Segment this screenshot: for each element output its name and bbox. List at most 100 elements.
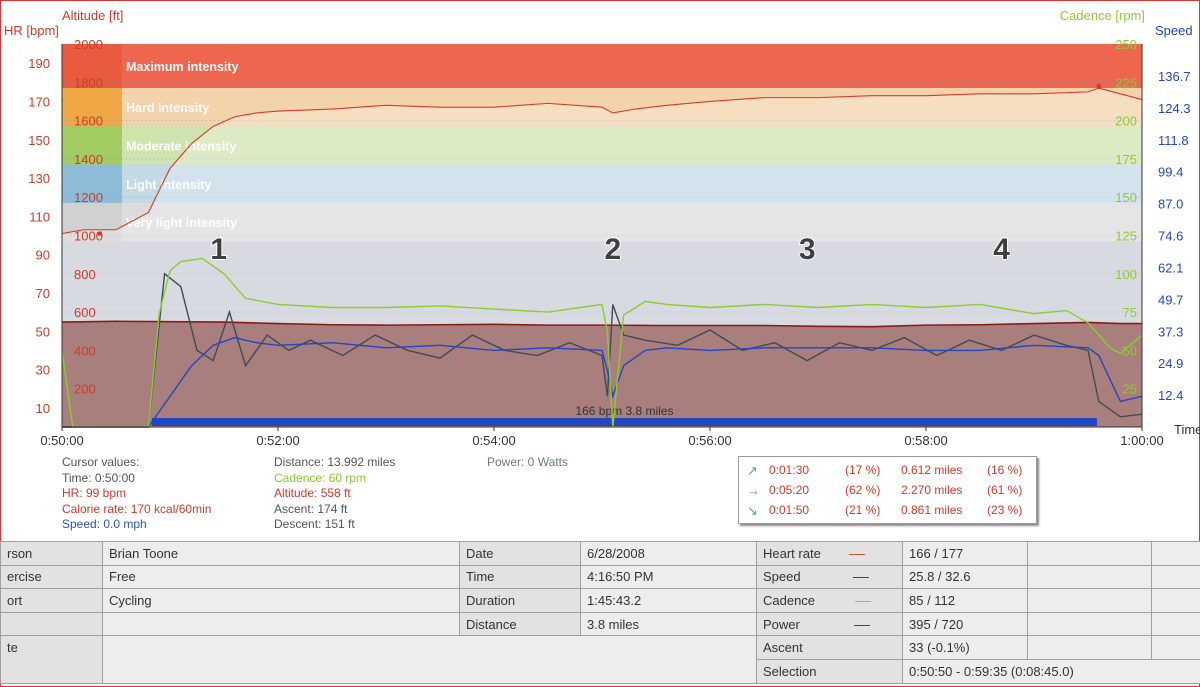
person-label: rson	[0, 541, 103, 566]
hr-tick-label: 130	[28, 171, 50, 186]
speed-tick-label: 74.6	[1158, 229, 1183, 244]
arrow-down-right-icon: ↘	[747, 503, 758, 518]
altitude-tick-label: 1000	[74, 229, 103, 244]
speed-tick-label: 24.9	[1158, 356, 1183, 371]
slope-row-flat: → 0:05:20 (62 %) 2.270 miles (61 %)	[739, 483, 1036, 501]
cadence-tick-label: 75	[1123, 305, 1137, 320]
altitude-tick-label: 1200	[74, 190, 103, 205]
speed-tick-label: 49.7	[1158, 292, 1183, 307]
cursor-values-panel-2: Distance: 13.992 miles Cadence: 60 rpm A…	[274, 455, 395, 533]
selection-value: 0:50:50 - 0:59:35 (0:08:45.0)	[902, 658, 1200, 684]
cadence-tick-label: 250	[1115, 37, 1137, 52]
slope-row-up: ↗ 0:01:30 (17 %) 0.612 miles (16 %)	[739, 463, 1036, 481]
lap-number-label: 4	[993, 233, 1010, 266]
hr-tick-label: 150	[28, 133, 50, 148]
cadence-tick-label: 200	[1115, 114, 1137, 129]
x-tick-label: 0:54:00	[472, 433, 515, 448]
hr-tick-label: 30	[36, 363, 50, 378]
cursor-ascent: Ascent: 174 ft	[274, 501, 348, 516]
cadence-label-text: Cadence	[763, 592, 816, 608]
sport-label: ort	[0, 588, 103, 613]
heart-rate-value: 166 / 177	[902, 541, 1028, 566]
cadence-tick-label: 175	[1115, 152, 1137, 167]
altitude-tick-label: 200	[74, 382, 96, 397]
slope-distance-pct: (61 %)	[987, 483, 1023, 497]
slope-time-pct: (21 %)	[845, 503, 881, 517]
altitude-tick-label: 600	[74, 305, 96, 320]
speed-tick-label: 87.0	[1158, 197, 1183, 212]
cadence-tick-label: 100	[1115, 267, 1137, 282]
heart-rate-marker	[1096, 84, 1101, 89]
cadence-axis-title: Cadence [rpm]	[1060, 8, 1145, 23]
empty-cell	[1151, 635, 1200, 660]
altitude-tick-label: 1400	[74, 152, 103, 167]
arrow-right-icon: →	[747, 483, 760, 498]
empty-cell	[1151, 541, 1200, 566]
time-value: 4:16:50 PM	[580, 564, 757, 590]
cursor-descent: Descent: 151 ft	[274, 517, 355, 531]
cursor-distance: Distance: 13.992 miles	[274, 455, 396, 469]
empty-cell	[1151, 611, 1200, 637]
slope-distance: 0.861 miles	[901, 503, 963, 517]
zone-label: Maximum intensity	[126, 60, 239, 74]
power-value: 395 / 720	[902, 611, 1028, 637]
duration-label: Duration	[459, 588, 581, 613]
cadence-label: Cadence	[756, 588, 903, 613]
empty-label	[0, 611, 103, 637]
note-label: te	[0, 635, 103, 684]
note-value[interactable]	[102, 635, 757, 684]
zone-label: Hard intensity	[126, 101, 209, 115]
hr-tick-label: 10	[36, 401, 50, 416]
cadence-tick-label: 150	[1115, 190, 1137, 205]
exercise-value: Free	[102, 564, 460, 590]
distance-label: Distance	[459, 611, 581, 637]
cursor-values-panel: Cursor values: Time: 0:50:00 HR: 99 bpm …	[62, 455, 211, 533]
speed-tick-label: 37.3	[1158, 324, 1183, 339]
exercise-summary-table: rson Brian Toone Date 6/28/2008 Heart ra…	[0, 541, 1200, 687]
speed-label: Speed	[756, 564, 903, 590]
date-value: 6/28/2008	[580, 541, 757, 566]
empty-cell	[1027, 564, 1152, 590]
slope-distance-pct: (23 %)	[987, 503, 1023, 517]
lap-number-label: 1	[210, 233, 227, 266]
speed-tick-label: 136.7	[1158, 69, 1191, 84]
hr-tick-label: 170	[28, 94, 50, 109]
selection-label: 166 bpm 3.8 miles	[575, 404, 673, 418]
slope-time: 0:05:20	[769, 483, 810, 497]
sport-value: Cycling	[102, 588, 460, 613]
cursor-hr: HR: 99 bpm	[62, 486, 127, 500]
slope-distance: 0.612 miles	[901, 463, 963, 477]
speed-axis-title: Speed	[1155, 23, 1193, 38]
x-tick-label: 0:58:00	[904, 433, 947, 448]
exercise-chart[interactable]: Maximum intensity Hard intensity Moderate …	[0, 0, 1200, 455]
slope-distance: 2.270 miles	[901, 483, 963, 497]
cursor-speed: Speed: 0.0 mph	[62, 517, 147, 531]
x-tick-label: 0:50:00	[40, 433, 83, 448]
speed-color-swatch	[852, 577, 869, 579]
heart-rate-label-text: Heart rate	[763, 545, 821, 561]
cursor-values-title: Cursor values:	[62, 455, 140, 469]
power-label-text: Power	[763, 616, 800, 632]
lap-number-label: 2	[604, 233, 621, 266]
slope-row-down: ↘ 0:01:50 (21 %) 0.861 miles (23 %)	[739, 503, 1036, 521]
selection-label: Selection	[756, 658, 903, 684]
power-color-swatch	[853, 624, 870, 626]
empty-cell	[1151, 564, 1200, 590]
empty-cell	[1027, 588, 1152, 613]
slope-time: 0:01:50	[769, 503, 810, 517]
cursor-calorie-rate: Calorie rate: 170 kcal/60min	[62, 501, 212, 516]
altitude-tick-label: 1800	[74, 75, 103, 90]
cadence-tick-label: 25	[1123, 382, 1137, 397]
slope-time-pct: (17 %)	[845, 463, 881, 477]
distance-value: 3.8 miles	[580, 611, 757, 637]
heart-rate-color-swatch	[848, 553, 865, 555]
slope-summary-box: ↗ 0:01:30 (17 %) 0.612 miles (16 %) → 0:…	[738, 456, 1037, 524]
speed-tick-label: 99.4	[1158, 165, 1183, 180]
cadence-tick-label: 225	[1115, 75, 1137, 90]
altitude-tick-label: 1600	[74, 114, 103, 129]
hr-axis-title: HR [bpm]	[4, 23, 59, 38]
speed-tick-label: 111.8	[1158, 133, 1189, 148]
date-label: Date	[459, 541, 581, 566]
x-tick-label: 0:52:00	[256, 433, 299, 448]
empty-cell	[1027, 541, 1152, 566]
